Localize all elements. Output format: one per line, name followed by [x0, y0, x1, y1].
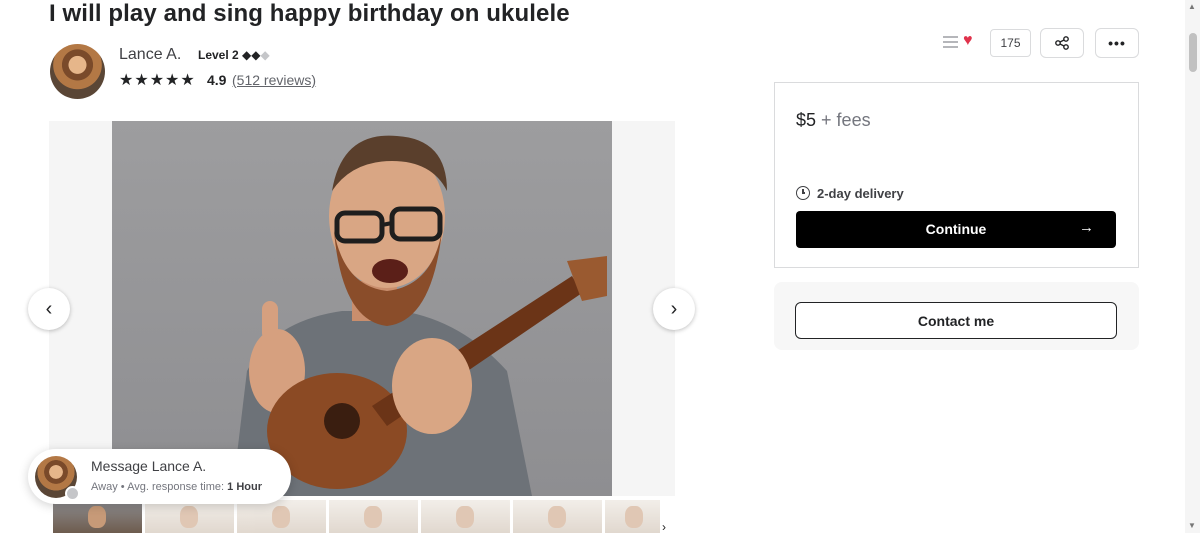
rating-value: 4.9: [207, 72, 227, 88]
more-icon: •••: [1108, 35, 1126, 51]
gallery-thumbnail[interactable]: [145, 500, 234, 533]
seller-level-label: Level 2: [198, 48, 239, 62]
scroll-down-icon[interactable]: ▼: [1188, 521, 1196, 530]
rating-stars-icon: ★★★★★: [119, 72, 196, 89]
message-seller-title[interactable]: Message Lance A.: [91, 458, 206, 474]
seller-level-badge: Level 2 ◆◆◆: [198, 48, 270, 62]
gallery-next-button[interactable]: ›: [653, 288, 695, 330]
gallery-prev-button[interactable]: ‹: [28, 288, 70, 330]
share-icon: [1055, 36, 1069, 50]
response-time-label: Avg. response time:: [127, 481, 225, 493]
contact-me-button[interactable]: Contact me: [795, 302, 1117, 339]
clock-icon: [796, 186, 810, 200]
separator-dot: •: [120, 481, 125, 493]
seller-name[interactable]: Lance A.: [119, 46, 181, 64]
package-price: $5 + fees: [796, 110, 871, 131]
gig-main-image[interactable]: [112, 121, 612, 496]
continue-button-label: Continue: [925, 221, 987, 237]
heart-icon[interactable]: ♥: [963, 32, 973, 50]
price-value: $5: [796, 110, 817, 130]
seller-avatar[interactable]: [50, 44, 105, 99]
scroll-up-icon[interactable]: ▲: [1188, 2, 1196, 11]
arrow-right-icon: →: [1079, 219, 1094, 236]
scrollbar-thumb[interactable]: [1189, 33, 1197, 72]
level-diamond-empty-icon: ◆: [260, 48, 270, 62]
like-count: 175: [990, 29, 1031, 57]
seller-status: Away: [91, 481, 118, 493]
gallery-thumbnail[interactable]: [329, 500, 418, 533]
response-time-value: 1 Hour: [227, 481, 262, 493]
list-icon[interactable]: [943, 36, 958, 49]
gallery-thumbnail[interactable]: [421, 500, 510, 533]
chevron-right-icon: ›: [670, 297, 678, 320]
level-diamond-icon: ◆◆: [242, 48, 261, 62]
away-status-icon: [65, 486, 80, 501]
ukulele-player-illustration: [232, 135, 607, 496]
delivery-time: 2-day delivery: [817, 186, 904, 201]
gallery-thumbnail[interactable]: [605, 500, 660, 533]
thumbnails-next-icon[interactable]: ›: [662, 520, 666, 534]
price-fees: + fees: [821, 110, 871, 130]
message-seller-status: Away • Avg. response time: 1 Hour: [91, 481, 262, 493]
page-scrollbar[interactable]: [1185, 0, 1200, 533]
gig-title: I will play and sing happy birthday on u…: [49, 0, 570, 27]
gallery-thumbnail[interactable]: [513, 500, 602, 533]
chevron-left-icon: ‹: [45, 297, 53, 320]
more-options-button[interactable]: •••: [1095, 28, 1139, 58]
gallery-thumbnails: [53, 500, 660, 533]
gallery-thumbnail[interactable]: [237, 500, 326, 533]
contact-me-label: Contact me: [917, 312, 995, 329]
gallery-thumbnail[interactable]: [53, 500, 142, 533]
continue-button[interactable]: Continue →: [796, 211, 1116, 248]
share-button[interactable]: [1040, 28, 1084, 58]
reviews-link[interactable]: (512 reviews): [232, 72, 316, 88]
